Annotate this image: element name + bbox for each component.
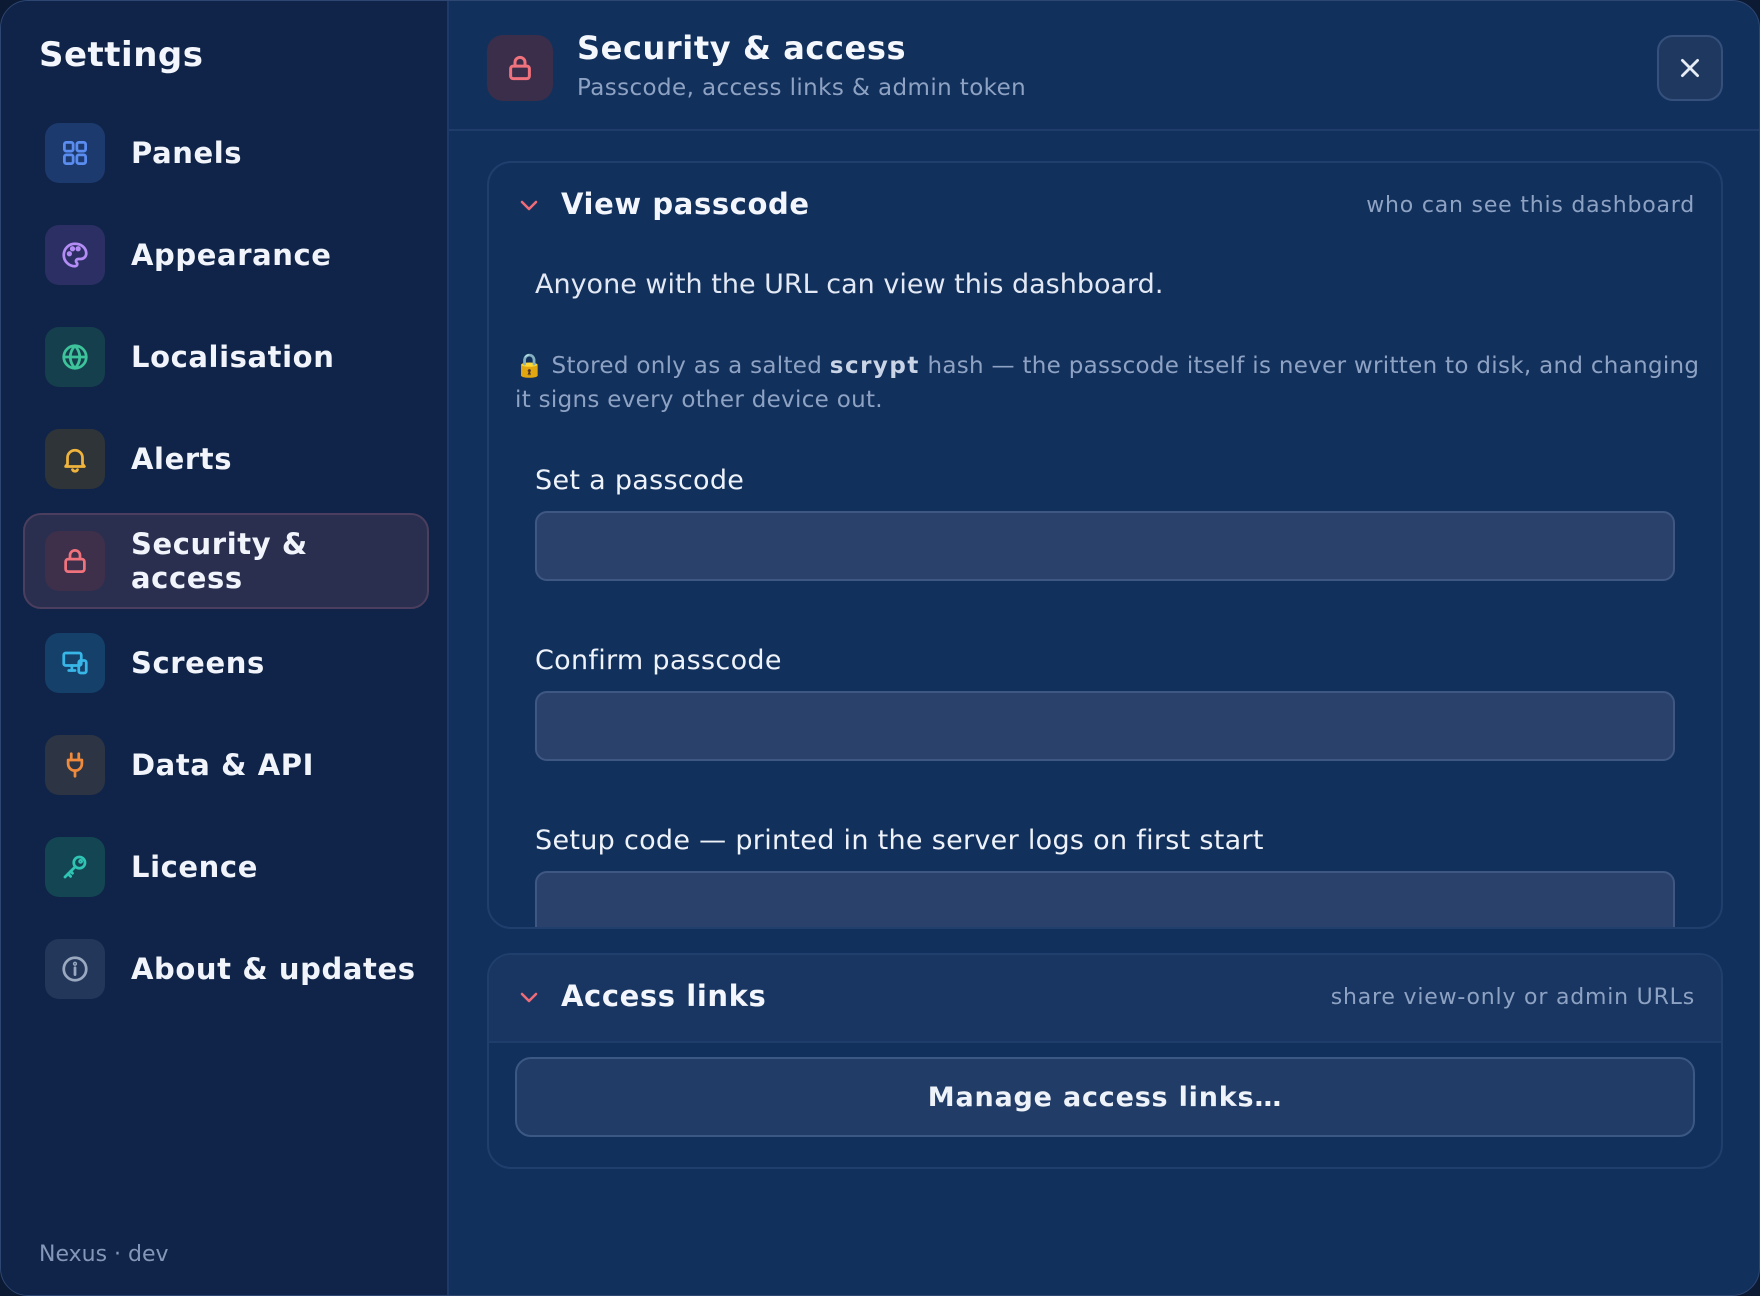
sidebar-item-label: About & updates bbox=[131, 952, 416, 986]
sidebar-item-label: Localisation bbox=[131, 340, 335, 374]
sidebar-title: Settings bbox=[39, 35, 204, 75]
access-links-title: Access links bbox=[561, 979, 767, 1013]
view-passcode-hint: who can see this dashboard bbox=[1366, 193, 1695, 218]
settings-window: Settings Panels Appearance Localisation bbox=[0, 0, 1760, 1296]
lock-icon bbox=[487, 35, 553, 101]
devices-icon bbox=[45, 633, 105, 693]
sidebar-item-localisation[interactable]: Localisation bbox=[23, 309, 429, 405]
setup-code-label: Setup code — printed in the server logs … bbox=[535, 825, 1264, 856]
sidebar: Settings Panels Appearance Localisation bbox=[1, 1, 449, 1295]
grid-icon bbox=[45, 123, 105, 183]
palette-icon bbox=[45, 225, 105, 285]
setup-code-input[interactable] bbox=[535, 871, 1675, 927]
page-title: Security & access bbox=[577, 29, 907, 67]
info-icon bbox=[45, 939, 105, 999]
sidebar-item-label: Appearance bbox=[131, 238, 332, 272]
sidebar-item-alerts[interactable]: Alerts bbox=[23, 411, 429, 507]
sidebar-nav: Panels Appearance Localisation Alerts Se… bbox=[23, 105, 429, 1023]
access-links-header[interactable]: Access links share view-only or admin UR… bbox=[489, 955, 1721, 1043]
key-icon bbox=[45, 837, 105, 897]
sidebar-item-label: Security & access bbox=[131, 527, 308, 595]
plug-icon bbox=[45, 735, 105, 795]
sidebar-item-label: Panels bbox=[131, 136, 243, 170]
confirm-passcode-label: Confirm passcode bbox=[535, 645, 782, 676]
close-button[interactable] bbox=[1657, 35, 1723, 101]
sidebar-footer: Nexus · dev bbox=[39, 1242, 169, 1267]
page-subtitle: Passcode, access links & admin token bbox=[577, 75, 1027, 101]
globe-icon bbox=[45, 327, 105, 387]
access-links-panel: Access links share view-only or admin UR… bbox=[487, 953, 1723, 1169]
sidebar-item-label: Data & API bbox=[131, 748, 315, 782]
sidebar-item-label: Alerts bbox=[131, 442, 233, 476]
chevron-down-icon[interactable] bbox=[517, 985, 541, 1009]
view-passcode-panel: View passcode who can see this dashboard… bbox=[487, 161, 1723, 929]
sidebar-item-security[interactable]: Security & access bbox=[23, 513, 429, 609]
sidebar-item-label: Screens bbox=[131, 646, 265, 680]
sidebar-item-panels[interactable]: Panels bbox=[23, 105, 429, 201]
storage-note: 🔒 Stored only as a salted scrypt hash — … bbox=[515, 349, 1705, 417]
confirm-passcode-input[interactable] bbox=[535, 691, 1675, 761]
bell-icon bbox=[45, 429, 105, 489]
view-passcode-description: Anyone with the URL can view this dashbo… bbox=[535, 269, 1164, 300]
manage-access-links-button[interactable]: Manage access links… bbox=[515, 1057, 1695, 1137]
sidebar-item-label: Licence bbox=[131, 850, 258, 884]
set-passcode-label: Set a passcode bbox=[535, 465, 745, 496]
sidebar-item-data-api[interactable]: Data & API bbox=[23, 717, 429, 813]
view-passcode-header[interactable]: View passcode who can see this dashboard bbox=[489, 163, 1721, 249]
sidebar-item-screens[interactable]: Screens bbox=[23, 615, 429, 711]
view-passcode-title: View passcode bbox=[561, 187, 810, 221]
main-content: Security & access Passcode, access links… bbox=[449, 1, 1759, 1295]
set-passcode-input[interactable] bbox=[535, 511, 1675, 581]
sidebar-item-licence[interactable]: Licence bbox=[23, 819, 429, 915]
storage-note-algorithm: scrypt bbox=[829, 353, 920, 379]
storage-note-prefix: 🔒 Stored only as a salted bbox=[515, 353, 830, 379]
page-header: Security & access Passcode, access links… bbox=[449, 1, 1759, 131]
access-links-hint: share view-only or admin URLs bbox=[1330, 985, 1695, 1010]
lock-icon bbox=[45, 531, 105, 591]
sidebar-item-appearance[interactable]: Appearance bbox=[23, 207, 429, 303]
sidebar-item-about[interactable]: About & updates bbox=[23, 921, 429, 1017]
chevron-down-icon[interactable] bbox=[517, 193, 541, 217]
close-icon bbox=[1681, 59, 1699, 77]
